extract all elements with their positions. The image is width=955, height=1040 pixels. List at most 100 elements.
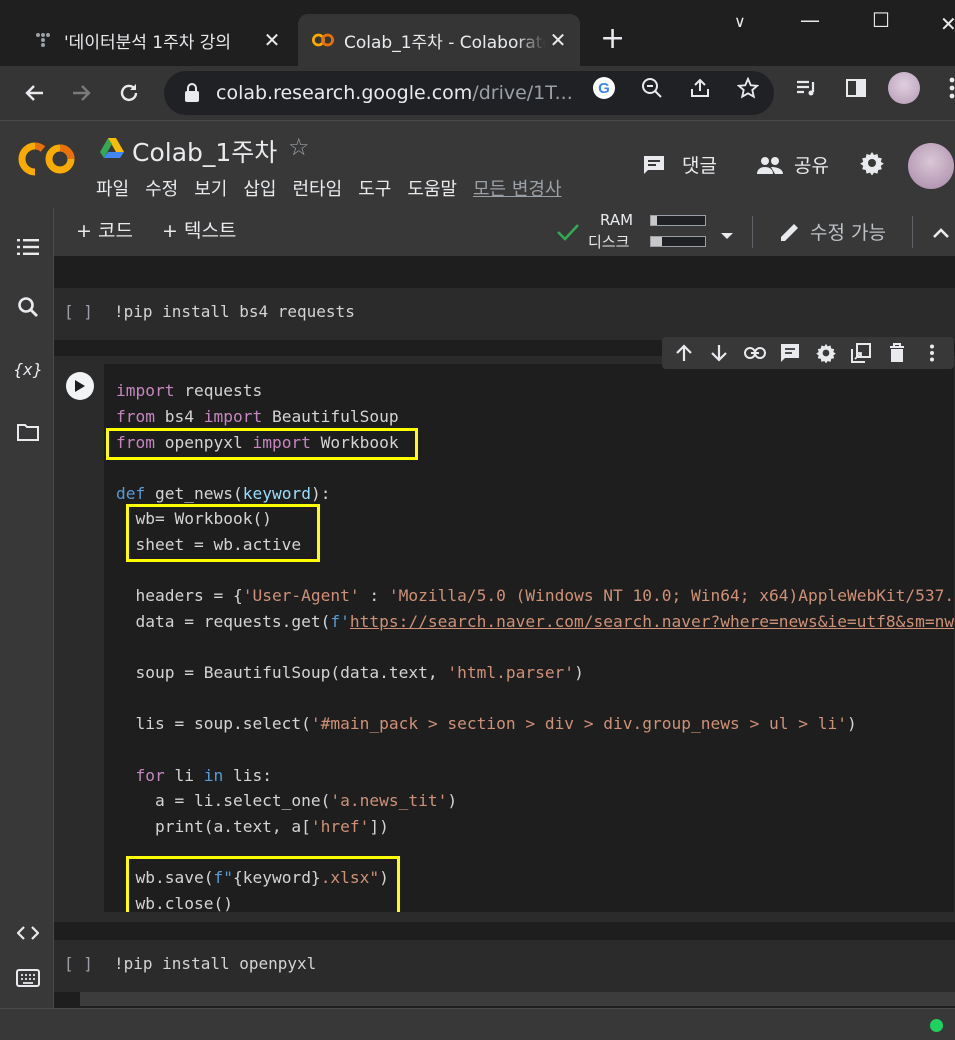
ram-usage-bar xyxy=(650,215,706,226)
code-line: a = li.select_one('a.news_tit') xyxy=(116,791,458,810)
notebook-title[interactable]: Colab_1주차 xyxy=(132,133,277,169)
highlight-box-workbook xyxy=(126,504,320,562)
mirror-cell-icon[interactable] xyxy=(849,341,873,365)
browser-toolbar: colab.research.google.com/drive/1T... G xyxy=(0,66,955,120)
disk-usage-bar xyxy=(650,236,706,247)
cell-settings-gear-icon[interactable] xyxy=(814,341,838,365)
url-text: colab.research.google.com/drive/1T... xyxy=(216,82,573,104)
colab-tab-icon xyxy=(312,29,334,51)
naver-search-url[interactable]: https://search.naver.com/search.naver?wh… xyxy=(350,612,954,631)
profile-avatar[interactable] xyxy=(888,72,920,104)
cell-source[interactable]: !pip install bs4 requests xyxy=(114,302,355,321)
share-button[interactable]: 공유 xyxy=(756,151,829,178)
notebook-area: [ ] !pip install bs4 requests import req… xyxy=(54,256,955,1018)
tab-search-icon[interactable]: ∨ xyxy=(734,12,746,31)
folder-icon[interactable] xyxy=(15,419,41,445)
left-sidebar: {x} xyxy=(0,208,54,1040)
code-cell-pip-openpyxl[interactable]: [ ] !pip install openpyxl xyxy=(54,940,955,992)
menu-bar: 파일 수정 보기 삽입 런타임 도구 도움말 모든 변경사 xyxy=(96,175,578,201)
star-icon[interactable]: ☆ xyxy=(288,133,310,161)
bookmark-star-icon[interactable] xyxy=(736,76,760,100)
code-cell-get-news[interactable]: import requests from bs4 import Beautifu… xyxy=(54,356,955,1018)
cell-source[interactable]: !pip install openpyxl xyxy=(114,954,316,973)
reload-icon[interactable] xyxy=(114,78,144,108)
comment-icon[interactable] xyxy=(778,341,802,365)
lock-icon xyxy=(185,83,199,102)
notebook-toolbar: + 코드 + 텍스트 RAM 디스크 수정 가능 xyxy=(54,208,955,256)
tab-colab[interactable]: Colab_1주차 - Colaboratory ✕ xyxy=(298,14,580,66)
move-cell-up-icon[interactable] xyxy=(672,341,696,365)
code-line: headers = {'User-Agent' : 'Mozilla/5.0 (… xyxy=(116,586,954,605)
edit-mode-button[interactable]: 수정 가능 xyxy=(778,218,886,245)
reading-list-icon[interactable] xyxy=(794,76,818,100)
run-cell-button[interactable] xyxy=(66,372,94,400)
all-changes-link[interactable]: 모든 변경사 xyxy=(473,175,562,201)
minimize-icon[interactable]: — xyxy=(800,8,820,32)
add-code-button[interactable]: + 코드 xyxy=(76,216,133,243)
code-line: data = requests.get(f'https://search.nav… xyxy=(116,609,954,635)
code-line: from bs4 import BeautifulSoup xyxy=(116,407,399,426)
menu-insert[interactable]: 삽입 xyxy=(243,175,276,201)
variables-icon[interactable]: {x} xyxy=(14,356,43,382)
resource-monitor[interactable]: RAM 디스크 xyxy=(556,211,706,251)
menu-help[interactable]: 도움말 xyxy=(407,175,457,201)
colab-logo[interactable] xyxy=(18,137,78,181)
code-line: soup = BeautifulSoup(data.text, 'html.pa… xyxy=(116,663,584,682)
link-icon[interactable] xyxy=(743,341,767,365)
menu-view[interactable]: 보기 xyxy=(194,175,227,201)
back-icon[interactable] xyxy=(20,78,50,108)
code-snippets-icon[interactable] xyxy=(15,920,41,946)
add-text-button[interactable]: + 텍스트 xyxy=(162,216,236,243)
status-bar xyxy=(0,1008,955,1040)
new-tab-button[interactable]: + xyxy=(600,24,625,54)
address-bar[interactable]: colab.research.google.com/drive/1T... xyxy=(164,71,774,115)
side-panel-icon[interactable] xyxy=(844,76,868,100)
runtime-dropdown-icon[interactable] xyxy=(720,226,734,245)
highlight-box-import xyxy=(106,428,418,460)
zoom-icon[interactable] xyxy=(640,76,664,100)
command-palette-icon[interactable] xyxy=(15,965,41,991)
ram-label: RAM xyxy=(600,211,634,229)
move-cell-down-icon[interactable] xyxy=(707,341,731,365)
highlight-box-save xyxy=(126,856,400,912)
collapse-header-icon[interactable] xyxy=(932,224,950,243)
browser-tab-strip: '데이터분석 1주차 강의 ✕ Colab_1주차 - Colaboratory… xyxy=(0,0,955,66)
search-icon[interactable] xyxy=(15,294,41,320)
close-window-icon[interactable]: ✕ xyxy=(940,12,955,36)
forward-icon[interactable] xyxy=(66,78,96,108)
share-page-icon[interactable] xyxy=(688,76,712,100)
table-of-contents-icon[interactable] xyxy=(15,234,41,260)
google-lens-icon[interactable]: G xyxy=(592,76,616,100)
code-cell-pip-bs4[interactable]: [ ] !pip install bs4 requests xyxy=(54,288,955,340)
connected-check-icon xyxy=(557,224,579,241)
menu-runtime[interactable]: 런타임 xyxy=(293,175,343,201)
play-icon xyxy=(75,380,85,392)
disk-label: 디스크 xyxy=(588,233,630,251)
menu-tools[interactable]: 도구 xyxy=(358,175,391,201)
toolbar-divider xyxy=(912,216,913,248)
delete-icon[interactable] xyxy=(885,341,909,365)
comment-button[interactable]: 댓글 xyxy=(642,151,717,178)
svg-text:G: G xyxy=(598,80,610,97)
account-avatar[interactable] xyxy=(908,143,954,189)
menu-edit[interactable]: 수정 xyxy=(145,175,178,201)
menu-file[interactable]: 파일 xyxy=(96,175,129,201)
maximize-icon[interactable]: ☐ xyxy=(872,8,890,32)
settings-gear-icon[interactable] xyxy=(860,151,884,175)
drive-icon[interactable] xyxy=(100,137,124,159)
colab-header: Colab_1주차 ☆ 파일 수정 보기 삽입 런타임 도구 도움말 모든 변경… xyxy=(0,120,955,208)
more-vert-icon[interactable] xyxy=(940,76,955,100)
cell-execution-count[interactable]: [ ] xyxy=(64,302,93,321)
more-vert-icon[interactable] xyxy=(920,341,944,365)
code-line: import requests xyxy=(116,381,263,400)
code-editor[interactable]: import requests from bs4 import Beautifu… xyxy=(104,364,954,912)
tab-close-icon[interactable]: ✕ xyxy=(546,28,570,52)
tab-lecture[interactable]: '데이터분석 1주차 강의 ✕ xyxy=(18,14,294,66)
tab-title: '데이터분석 1주차 강의 xyxy=(64,32,232,53)
cell-execution-count[interactable]: [ ] xyxy=(64,954,93,973)
pencil-icon xyxy=(781,223,798,241)
page-horizontal-scrollbar[interactable] xyxy=(80,992,955,1006)
tab-close-icon[interactable]: ✕ xyxy=(260,28,284,52)
people-icon xyxy=(757,156,783,174)
code-line: lis = soup.select('#main_pack > section … xyxy=(116,714,857,733)
